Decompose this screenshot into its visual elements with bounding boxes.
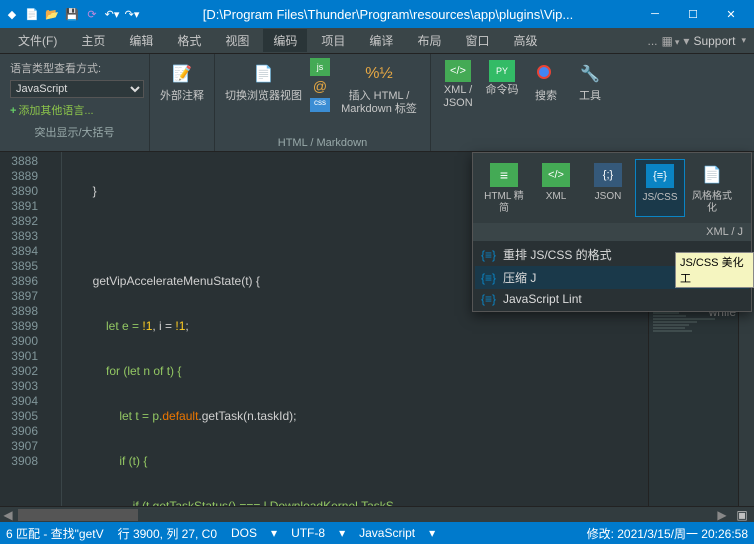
- split-icon[interactable]: ▣: [730, 508, 754, 522]
- style-icon: 📄: [696, 161, 728, 189]
- menu-item-1[interactable]: 主页: [71, 29, 115, 52]
- menu-drop2[interactable]: ▾: [683, 34, 689, 48]
- window-title: [D:\Program Files\Thunder\Program\resour…: [140, 7, 636, 22]
- close-button[interactable]: ✕: [712, 0, 750, 28]
- menu-item-2[interactable]: 编辑: [119, 29, 163, 52]
- support-link[interactable]: Support: [693, 34, 735, 48]
- redo-icon[interactable]: ↷▾: [124, 7, 140, 21]
- maximize-button[interactable]: ☐: [674, 0, 712, 28]
- cmd-button[interactable]: PY命令码: [481, 56, 523, 99]
- menu-item-7[interactable]: 编译: [359, 29, 403, 52]
- json-icon: {;}: [592, 161, 624, 189]
- popup-tooltip: JS/CSS 美化工: [675, 252, 754, 288]
- new-file-icon[interactable]: 📄: [24, 7, 40, 21]
- menu-item-4[interactable]: 视图: [215, 29, 259, 52]
- line-gutter: 3888388938903891389238933894389538963897…: [0, 152, 44, 506]
- support-drop[interactable]: ▾: [741, 35, 746, 46]
- js-badge-icon[interactable]: js: [310, 58, 330, 76]
- status-encoding[interactable]: UTF-8: [291, 526, 325, 540]
- tools-button[interactable]: 🔧工具: [569, 56, 611, 105]
- popup-item-2[interactable]: {≡}JavaScript Lint: [475, 289, 749, 309]
- popup-btn-xml[interactable]: </>XML: [531, 159, 581, 217]
- menu-item-3[interactable]: 格式: [167, 29, 211, 52]
- app-icon: ◆: [4, 7, 20, 21]
- format-popup: ≡HTML 精简</>XML{;}JSON{≡}JS/CSS📄风格格式化 XML…: [472, 152, 752, 312]
- html-icon: ≡: [488, 161, 520, 189]
- popup-tab-label: XML / J: [473, 223, 751, 241]
- browser-view-button[interactable]: 📄切换浏览器视图: [221, 56, 306, 105]
- undo-icon[interactable]: ↶▾: [104, 7, 120, 21]
- xml-icon: </>: [540, 161, 572, 189]
- titlebar: ◆ 📄 📂 💾 ⟳ ↶▾ ↷▾ [D:\Program Files\Thunde…: [0, 0, 754, 28]
- minimize-button[interactable]: ─: [636, 0, 674, 28]
- search-button[interactable]: 搜索: [525, 56, 567, 105]
- status-modified: 修改: 2021/3/15/周一 20:26:58: [587, 525, 748, 542]
- scroll-right-icon[interactable]: ▶: [714, 508, 730, 522]
- group2-label: HTML / Markdown: [221, 135, 424, 151]
- menu-item-5[interactable]: 编码: [263, 29, 307, 52]
- add-lang-button[interactable]: 添加其他语言...: [10, 102, 144, 118]
- popup-btn-html[interactable]: ≡HTML 精简: [479, 159, 529, 217]
- css-badge-icon[interactable]: css: [310, 98, 330, 112]
- horizontal-scrollbar[interactable]: ◀ ▶ ▣: [0, 506, 754, 522]
- menu-item-10[interactable]: 高级: [503, 29, 547, 52]
- item-icon: {≡}: [481, 292, 497, 306]
- menu-item-6[interactable]: 项目: [311, 29, 355, 52]
- scroll-left-icon[interactable]: ◀: [0, 508, 16, 522]
- xml-json-button[interactable]: </>XML / JSON: [437, 56, 479, 112]
- at-icon[interactable]: @: [310, 78, 330, 96]
- menu-drop1[interactable]: ▦▾: [662, 34, 680, 48]
- status-position[interactable]: 行 3900, 列 27, C0: [118, 525, 217, 542]
- sync-icon[interactable]: ⟳: [84, 7, 100, 21]
- status-match: 6 匹配 - 查找"getV: [6, 525, 104, 542]
- open-icon[interactable]: 📂: [44, 7, 60, 21]
- ribbon: 语言类型查看方式: JavaScript 添加其他语言... 突出显示/大括号 …: [0, 54, 754, 152]
- status-lineend[interactable]: DOS: [231, 526, 257, 540]
- titlebar-icons: ◆ 📄 📂 💾 ⟳ ↶▾ ↷▾: [4, 7, 140, 21]
- popup-btn-json[interactable]: {;}JSON: [583, 159, 633, 217]
- jscss-icon: {≡}: [644, 162, 676, 190]
- item-icon: {≡}: [481, 271, 497, 285]
- status-bar: 6 匹配 - 查找"getV 行 3900, 列 27, C0 DOS ▾ UT…: [0, 522, 754, 544]
- menu-more[interactable]: ...: [648, 34, 658, 48]
- insert-html-button[interactable]: %½插入 HTML / Markdown 标签: [334, 56, 424, 118]
- lang-title: 语言类型查看方式:: [10, 60, 144, 76]
- popup-btn-jscss[interactable]: {≡}JS/CSS: [635, 159, 685, 217]
- status-lang[interactable]: JavaScript: [359, 526, 415, 540]
- ext-comment-button[interactable]: 📝外部注释: [156, 56, 208, 105]
- fold-column[interactable]: [44, 152, 62, 506]
- item-icon: {≡}: [481, 248, 497, 262]
- popup-btn-style[interactable]: 📄风格格式化: [687, 159, 737, 217]
- lang-select[interactable]: JavaScript: [10, 80, 144, 98]
- menubar: 文件(F)主页编辑格式视图编码项目编译布局窗口高级 ... ▦▾ ▾ Suppo…: [0, 28, 754, 54]
- save-icon[interactable]: 💾: [64, 7, 80, 21]
- menu-item-0[interactable]: 文件(F): [8, 29, 67, 52]
- menu-item-9[interactable]: 窗口: [455, 29, 499, 52]
- group1-label: 突出显示/大括号: [6, 122, 143, 142]
- menu-item-8[interactable]: 布局: [407, 29, 451, 52]
